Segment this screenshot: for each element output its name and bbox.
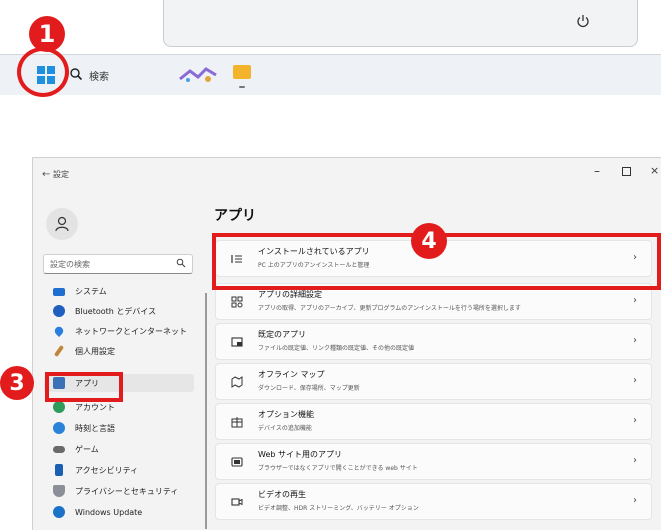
sidebar-item-label: ゲーム — [75, 444, 99, 454]
avatar[interactable] — [46, 208, 78, 240]
card-default-apps[interactable]: 既定のアプリ ファイルの既定値、リンク種類の既定値、その他の既定値 › — [215, 323, 652, 360]
back-arrow-icon[interactable]: ← — [42, 169, 50, 180]
search-icon[interactable] — [69, 67, 83, 81]
card-offline-maps[interactable]: オフライン マップ ダウンロード、保存場所、マップ更新 › — [215, 363, 652, 400]
close-button[interactable]: × — [650, 164, 659, 177]
chevron-right-icon: › — [633, 335, 637, 346]
sidebar-scrollbar[interactable] — [205, 293, 207, 529]
settings-search-placeholder: 設定の検索 — [50, 260, 90, 269]
shield-icon — [53, 485, 65, 497]
power-icon[interactable] — [575, 13, 591, 29]
card-title: 既定のアプリ — [258, 330, 306, 339]
folder-icon[interactable] — [233, 65, 251, 79]
card-subtitle: ブラウザーではなくアプリで開くことができる web サイト — [258, 465, 418, 472]
default-apps-icon — [231, 337, 243, 347]
running-indicator — [239, 86, 245, 88]
bluetooth-icon — [53, 305, 65, 317]
system-icon — [53, 287, 65, 296]
sidebar-item-label: Windows Update — [75, 507, 143, 517]
account-icon — [53, 401, 65, 413]
sidebar-item-bluetooth[interactable]: Bluetooth とデバイス — [44, 302, 194, 320]
step-marker-3: 3 — [0, 366, 34, 400]
card-video-playback[interactable]: ビデオの再生 ビデオ調整、HDR ストリーミング、バッテリー オプション › — [215, 483, 652, 520]
start-menu-panel — [163, 0, 638, 47]
web-apps-icon — [231, 457, 243, 467]
accessibility-icon — [55, 464, 63, 476]
chevron-right-icon: › — [633, 295, 637, 306]
windows-update-icon — [53, 506, 65, 518]
card-apps-for-websites[interactable]: Web サイト用のアプリ ブラウザーではなくアプリで開くことができる web サ… — [215, 443, 652, 480]
card-title: オフライン マップ — [258, 370, 325, 379]
minimize-button[interactable]: – — [594, 164, 600, 178]
step-marker-4: 4 — [411, 223, 447, 259]
page-title: アプリ — [214, 208, 256, 224]
game-icon — [53, 445, 65, 453]
sidebar-item-system[interactable]: システム — [44, 282, 194, 300]
sidebar-item-label: 個人用設定 — [75, 346, 115, 356]
sidebar-item-label: アカウント — [75, 402, 115, 412]
sidebar-item-label: Bluetooth とデバイス — [75, 306, 157, 316]
sidebar-item-label: プライバシーとセキュリティ — [75, 486, 179, 496]
card-title: オプション機能 — [258, 410, 314, 419]
step-marker-1: 1 — [29, 16, 65, 52]
time-language-icon — [53, 422, 65, 434]
sidebar-item-label: システム — [75, 286, 107, 296]
chevron-right-icon: › — [633, 495, 637, 506]
card-title: アプリの詳細設定 — [258, 290, 322, 299]
map-icon — [231, 376, 243, 388]
sidebar-item-accessibility[interactable]: アクセシビリティ — [44, 461, 194, 479]
card-subtitle: ダウンロード、保存場所、マップ更新 — [258, 385, 360, 392]
window-title: 設定 — [53, 170, 69, 179]
app-settings-icon — [231, 296, 243, 308]
sidebar-item-network[interactable]: ネットワークとインターネット — [44, 322, 194, 340]
sidebar-item-time-language[interactable]: 時刻と言語 — [44, 419, 194, 437]
search-icon[interactable] — [176, 258, 186, 268]
sidebar-item-gaming[interactable]: ゲーム — [44, 440, 194, 458]
card-title: ビデオの再生 — [258, 490, 306, 499]
sidebar-item-windows-update[interactable]: Windows Update — [44, 503, 194, 521]
maximize-button[interactable] — [622, 167, 631, 176]
taskbar-search-label[interactable]: 検索 — [89, 68, 109, 83]
highlight-ring-start — [17, 47, 69, 97]
chevron-right-icon: › — [633, 375, 637, 386]
video-icon — [231, 498, 243, 506]
card-subtitle: ファイルの既定値、リンク種類の既定値、その他の既定値 — [258, 345, 415, 352]
sidebar-item-personalization[interactable]: 個人用設定 — [44, 342, 194, 360]
brush-icon — [53, 344, 65, 358]
card-subtitle: デバイスの追加機能 — [258, 425, 312, 432]
optional-features-icon — [231, 417, 243, 428]
sidebar-item-label: ネットワークとインターネット — [75, 326, 187, 336]
chevron-right-icon: › — [633, 415, 637, 426]
sidebar-item-label: アクセシビリティ — [75, 465, 139, 475]
app-icon[interactable] — [178, 65, 218, 85]
user-icon — [55, 216, 69, 232]
highlight-box-apps — [45, 372, 123, 402]
sidebar-item-privacy[interactable]: プライバシーとセキュリティ — [44, 482, 194, 500]
card-optional-features[interactable]: オプション機能 デバイスの追加機能 › — [215, 403, 652, 440]
card-subtitle: ビデオ調整、HDR ストリーミング、バッテリー オプション — [258, 505, 419, 512]
chevron-right-icon: › — [633, 455, 637, 466]
card-subtitle: アプリの取得、アプリのアーカイブ、更新プログラムのアンインストールを行う場所を選… — [258, 305, 521, 312]
network-icon — [53, 325, 65, 337]
card-title: Web サイト用のアプリ — [258, 450, 342, 459]
sidebar-item-label: 時刻と言語 — [75, 423, 115, 433]
